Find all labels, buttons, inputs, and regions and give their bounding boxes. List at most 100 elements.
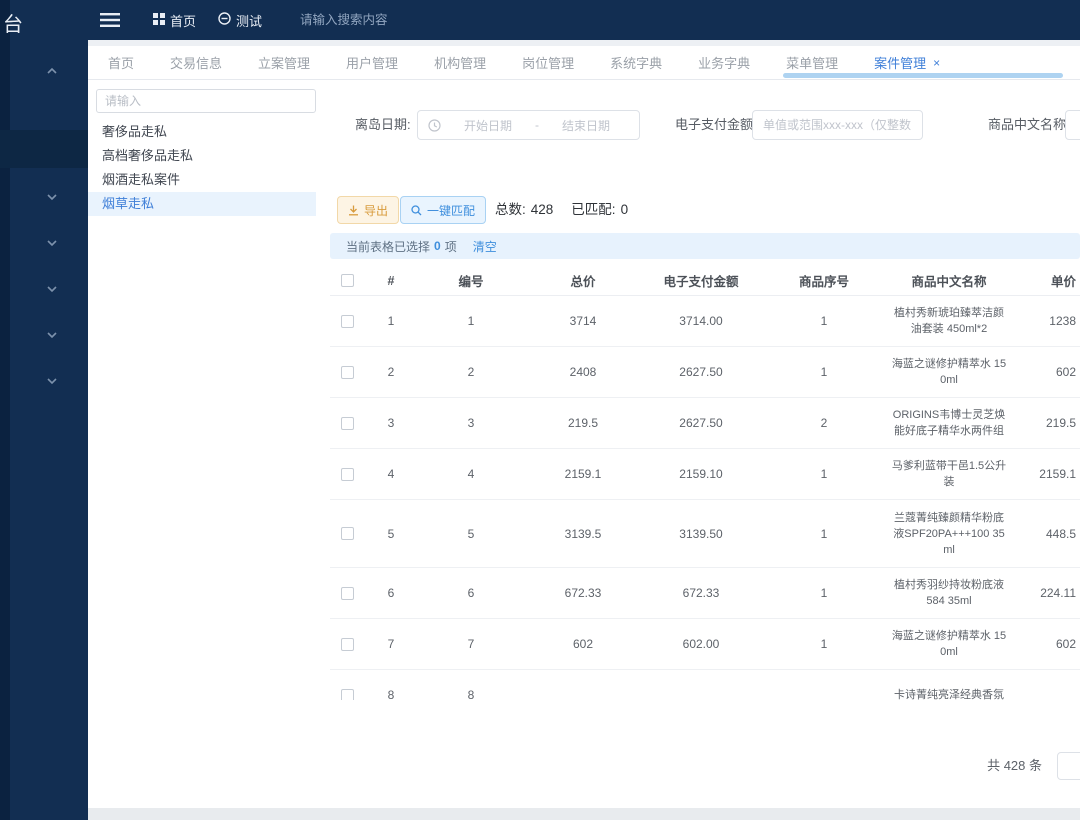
chevron-down-icon[interactable]	[46, 372, 58, 380]
one-click-match-button[interactable]: 一键匹配	[400, 196, 486, 224]
export-button-label: 导出	[364, 202, 388, 219]
tab-item[interactable]: 用户管理	[346, 53, 398, 72]
cell: 3	[364, 416, 418, 430]
chevron-down-icon[interactable]	[46, 280, 58, 288]
table-body: 1137143714.001植村秀新琥珀臻萃洁颜油套装 450ml*212382…	[330, 296, 1080, 700]
cell: 6	[418, 586, 524, 600]
cell: 4	[418, 467, 524, 481]
cell: 2	[418, 365, 524, 379]
selection-info-bar: 当前表格已选择 0 项 清空	[330, 233, 1080, 259]
row-checkbox[interactable]	[341, 366, 354, 379]
cell: 兰蔻菁纯臻颜精华粉底液SPF20PA+++100 35ml	[888, 510, 1010, 558]
product-name-filter-input[interactable]	[1065, 110, 1080, 140]
cell: 602	[1010, 637, 1080, 651]
tab-label: 首页	[108, 53, 134, 72]
table-row: 33219.52627.502ORIGINS韦博士灵芝焕能好底子精华水两件组21…	[330, 398, 1080, 449]
global-search-input[interactable]	[300, 13, 470, 27]
tab-label: 机构管理	[434, 53, 486, 72]
end-date-placeholder[interactable]: 结束日期	[543, 117, 629, 134]
cell: 8	[364, 688, 418, 700]
cell: 2159.1	[1010, 467, 1080, 481]
row-checkbox[interactable]	[341, 638, 354, 651]
tree-item-selected[interactable]: 烟草走私	[88, 192, 316, 216]
sidebar-active-item[interactable]	[0, 130, 88, 168]
amount-filter-input[interactable]	[752, 110, 923, 140]
row-checkbox[interactable]	[341, 587, 354, 600]
tab-item[interactable]: 系统字典	[610, 53, 662, 72]
date-range-picker[interactable]: 开始日期 - 结束日期	[417, 110, 640, 140]
tab-item-active[interactable]: 案件管理×	[874, 53, 940, 72]
cell: 448.5	[1010, 527, 1080, 541]
cell: ORIGINS韦博士灵芝焕能好底子精华水两件组	[888, 407, 1010, 439]
tab-item[interactable]: 菜单管理	[786, 53, 838, 72]
cell: 7	[364, 637, 418, 651]
row-checkbox[interactable]	[341, 468, 354, 481]
table-row: 1137143714.001植村秀新琥珀臻萃洁颜油套装 450ml*21238	[330, 296, 1080, 347]
cell: 3714	[524, 314, 642, 328]
tree-item[interactable]: 高档奢侈品走私	[88, 144, 316, 168]
left-sidebar: 台	[0, 0, 88, 820]
cell: 卡诗菁纯亮泽经典香氛	[888, 687, 1010, 700]
tab-item[interactable]: 交易信息	[170, 53, 222, 72]
export-button[interactable]: 导出	[337, 196, 399, 224]
chevron-down-icon[interactable]	[46, 188, 58, 196]
tab-item[interactable]: 立案管理	[258, 53, 310, 72]
table-row: 2224082627.501海蓝之谜修护精萃水 150ml602	[330, 347, 1080, 398]
cell: 1	[760, 365, 888, 379]
selection-text-before: 当前表格已选择	[346, 238, 430, 255]
cell: 1	[760, 586, 888, 600]
tree-search-input[interactable]	[96, 89, 316, 113]
cell: 2	[364, 365, 418, 379]
tab-label: 用户管理	[346, 53, 398, 72]
close-icon[interactable]: ×	[933, 56, 940, 70]
select-all-checkbox[interactable]	[341, 274, 354, 287]
chevron-down-icon[interactable]	[46, 234, 58, 242]
hamburger-icon[interactable]	[100, 13, 120, 27]
cell: 602.00	[642, 637, 760, 651]
table-header: #编号总价电子支付金额商品序号商品中文名称单价	[330, 266, 1080, 296]
tab-item[interactable]: 机构管理	[434, 53, 486, 72]
start-date-placeholder[interactable]: 开始日期	[445, 117, 531, 134]
row-checkbox[interactable]	[341, 689, 354, 701]
row-checkbox[interactable]	[341, 315, 354, 328]
cell: 3139.50	[642, 527, 760, 541]
tabbar-scrollbar-thumb[interactable]	[783, 73, 1063, 78]
selection-count: 0	[434, 239, 441, 253]
table-row: 77602602.001海蓝之谜修护精萃水 150ml602	[330, 619, 1080, 670]
tab-item[interactable]: 首页	[108, 53, 134, 72]
chevron-down-icon[interactable]	[46, 326, 58, 334]
cell: 5	[418, 527, 524, 541]
tab-label: 岗位管理	[522, 53, 574, 72]
cell: 219.5	[524, 416, 642, 430]
bottom-gap	[88, 808, 1080, 820]
pagination-total: 共 428 条	[330, 752, 1042, 780]
tab-item[interactable]: 岗位管理	[522, 53, 574, 72]
chevron-up-icon[interactable]	[46, 62, 58, 70]
row-checkbox[interactable]	[341, 527, 354, 540]
nav-test[interactable]: 测试	[218, 11, 262, 30]
cell: 219.5	[1010, 416, 1080, 430]
page-size-select[interactable]	[1057, 752, 1080, 780]
main-content: 首页交易信息立案管理用户管理机构管理岗位管理系统字典业务字典菜单管理案件管理× …	[88, 40, 1080, 820]
nav-test-label: 测试	[236, 11, 262, 30]
row-checkbox[interactable]	[341, 417, 354, 430]
cell: 3	[418, 416, 524, 430]
tab-item[interactable]: 业务字典	[698, 53, 750, 72]
nav-home[interactable]: 首页	[153, 11, 196, 30]
product-name-filter-label: 商品中文名称:	[988, 110, 1070, 140]
cell: 3714.00	[642, 314, 760, 328]
tree-item[interactable]: 奢侈品走私	[88, 120, 316, 144]
total-value: 428	[531, 202, 554, 217]
clear-selection-link[interactable]: 清空	[473, 238, 497, 255]
tree-item[interactable]: 烟酒走私案件	[88, 168, 316, 192]
matched-label: 已匹配:	[571, 202, 615, 217]
match-stats: 总数:428已匹配:0	[495, 196, 628, 224]
cell: 602	[1010, 365, 1080, 379]
search-icon	[411, 205, 422, 216]
tab-label: 业务字典	[698, 53, 750, 72]
tab-bar: 首页 交易信息 立案管理 用户管理 机构管理 岗位管理 系统字典 业务字典 菜单管理 案件管理×	[88, 46, 1080, 80]
column-header: #	[364, 274, 418, 288]
cell: 6	[364, 586, 418, 600]
case-type-tree: 奢侈品走私高档奢侈品走私烟酒走私案件烟草走私	[88, 120, 316, 216]
cell: 2	[760, 416, 888, 430]
